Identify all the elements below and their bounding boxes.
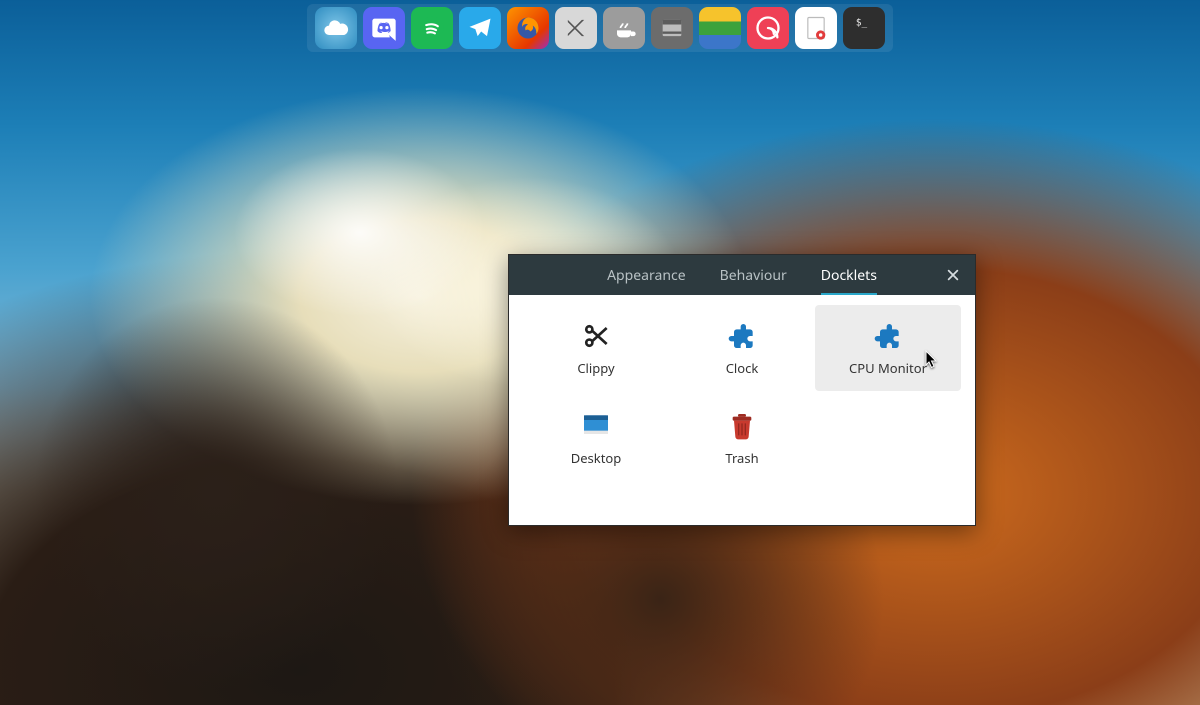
tab-docklets[interactable]: Docklets xyxy=(821,255,877,295)
dock-java[interactable] xyxy=(603,7,645,49)
docklet-label: Desktop xyxy=(571,449,622,467)
tab-bar: Appearance Behaviour Docklets xyxy=(607,255,877,295)
files-icon xyxy=(658,14,686,42)
desktop-icon xyxy=(579,409,613,443)
dock-preferences-window: Appearance Behaviour Docklets Clippy Clo… xyxy=(508,254,976,526)
dock-firefox[interactable] xyxy=(507,7,549,49)
discord-icon xyxy=(370,14,398,42)
firefox-icon xyxy=(514,14,542,42)
docklet-trash[interactable]: Trash xyxy=(669,395,815,481)
docklet-label: CPU Monitor xyxy=(849,359,927,377)
dock-terminal[interactable]: $_ xyxy=(843,7,885,49)
dock-color-picker[interactable] xyxy=(699,7,741,49)
docklet-label: Clock xyxy=(726,359,759,377)
docklet-clippy[interactable]: Clippy xyxy=(523,305,669,391)
dock-pocket-casts[interactable] xyxy=(747,7,789,49)
docklet-label: Trash xyxy=(725,449,758,467)
docklet-cpu-monitor[interactable]: CPU Monitor xyxy=(815,305,961,391)
dock-telegram[interactable] xyxy=(459,7,501,49)
dock-tools[interactable] xyxy=(555,7,597,49)
crossed-tools-icon xyxy=(562,14,590,42)
dock-spotify[interactable] xyxy=(411,7,453,49)
dock-files[interactable] xyxy=(651,7,693,49)
pocket-casts-icon xyxy=(754,14,782,42)
dock-document[interactable] xyxy=(795,7,837,49)
window-close-button[interactable] xyxy=(941,263,965,287)
docklet-clock[interactable]: Clock xyxy=(669,305,815,391)
spotify-icon xyxy=(418,14,446,42)
puzzle-icon xyxy=(871,319,905,353)
java-icon xyxy=(610,14,638,42)
telegram-icon xyxy=(466,14,494,42)
svg-text:$_: $_ xyxy=(856,18,868,29)
document-eye-icon xyxy=(802,14,830,42)
dock-discord[interactable] xyxy=(363,7,405,49)
window-titlebar: Appearance Behaviour Docklets xyxy=(509,255,975,295)
tab-behaviour[interactable]: Behaviour xyxy=(720,255,787,295)
top-dock: $_ xyxy=(307,4,893,52)
tab-appearance[interactable]: Appearance xyxy=(607,255,686,295)
docklet-desktop[interactable]: Desktop xyxy=(523,395,669,481)
cloud-icon xyxy=(322,14,350,42)
close-icon xyxy=(946,268,960,282)
puzzle-icon xyxy=(725,319,759,353)
terminal-icon: $_ xyxy=(850,14,878,42)
dock-cloud-app[interactable] xyxy=(315,7,357,49)
trash-icon xyxy=(725,409,759,443)
docklet-label: Clippy xyxy=(577,359,614,377)
docklets-grid: Clippy Clock CPU Monitor Desktop Trash xyxy=(509,295,975,525)
scissors-icon xyxy=(579,319,613,353)
